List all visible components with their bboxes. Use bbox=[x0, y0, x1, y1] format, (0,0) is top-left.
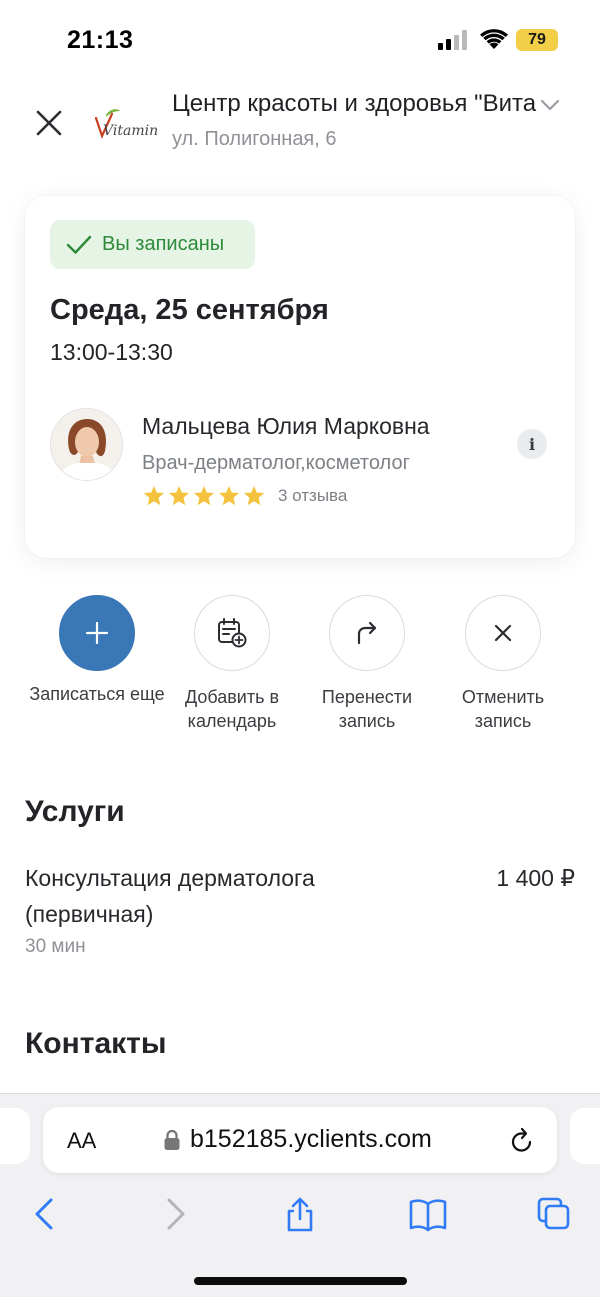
cellular-signal-icon bbox=[438, 30, 467, 50]
star-icon bbox=[193, 485, 215, 506]
plus-icon bbox=[85, 621, 109, 645]
reschedule-button[interactable]: Перенести запись bbox=[297, 595, 437, 733]
add-to-calendar-circle[interactable] bbox=[194, 595, 270, 671]
staff-role: Врач-дерматолог,косметолог bbox=[142, 452, 410, 474]
company-logo: Vitamin bbox=[94, 109, 158, 140]
company-address: ул. Полигонная, 6 bbox=[172, 128, 337, 150]
service-price: 1 400 ₽ bbox=[496, 865, 575, 891]
battery-indicator: 79 bbox=[516, 29, 558, 51]
reschedule-circle[interactable] bbox=[329, 595, 405, 671]
url-text[interactable]: b152185.yclients.com bbox=[190, 1125, 432, 1154]
logo-text: Vitamin bbox=[103, 123, 158, 139]
calendar-add-icon bbox=[218, 618, 247, 648]
service-duration: 30 мин bbox=[25, 936, 86, 957]
rating-stars bbox=[143, 485, 265, 506]
forward-icon[interactable] bbox=[157, 1196, 193, 1232]
appointment-time: 13:00-13:30 bbox=[50, 339, 173, 365]
cancel-appointment-label: Отменить запись bbox=[461, 687, 545, 731]
book-again-circle[interactable] bbox=[59, 595, 135, 671]
status-label: Вы записаны bbox=[102, 233, 225, 255]
share-icon[interactable] bbox=[282, 1196, 318, 1232]
close-icon[interactable] bbox=[36, 110, 62, 136]
appointment-card: Вы записаны Среда, 25 сентября 13:00-13:… bbox=[25, 196, 575, 558]
star-icon bbox=[243, 485, 265, 506]
previous-tab-preview[interactable] bbox=[0, 1108, 30, 1164]
status-time: 21:13 bbox=[67, 26, 134, 54]
star-icon bbox=[218, 485, 240, 506]
check-icon bbox=[66, 235, 92, 254]
reviews-link[interactable]: 3 отзыва bbox=[278, 486, 347, 506]
reload-icon[interactable] bbox=[509, 1127, 535, 1155]
info-icon[interactable]: i bbox=[517, 429, 547, 459]
address-bar[interactable]: AA b152185.yclients.com bbox=[43, 1107, 557, 1173]
tabs-icon[interactable] bbox=[536, 1196, 572, 1232]
services-title: Услуги bbox=[25, 795, 125, 828]
staff-name[interactable]: Мальцева Юлия Марковна bbox=[142, 413, 430, 440]
chevron-down-icon[interactable] bbox=[540, 98, 560, 112]
close-icon bbox=[494, 624, 512, 642]
cancel-appointment-circle[interactable] bbox=[465, 595, 541, 671]
wifi-icon bbox=[480, 29, 508, 49]
star-icon bbox=[143, 485, 165, 506]
contacts-title: Контакты bbox=[25, 1027, 167, 1060]
browser-toolbar: AA b152185.yclients.com bbox=[0, 1093, 600, 1297]
book-again-button[interactable]: Записаться еще bbox=[27, 595, 167, 706]
lock-icon bbox=[164, 1129, 180, 1150]
back-icon[interactable] bbox=[27, 1196, 63, 1232]
next-tab-preview[interactable] bbox=[570, 1108, 600, 1164]
staff-photo bbox=[51, 409, 122, 480]
service-name: Консультация дерматолога (первичная) bbox=[25, 865, 315, 927]
add-to-calendar-button[interactable]: Добавить в календарь bbox=[162, 595, 302, 733]
add-to-calendar-label: Добавить в календарь bbox=[184, 687, 280, 731]
redirect-arrow-icon bbox=[357, 621, 377, 645]
appointment-date: Среда, 25 сентября bbox=[50, 294, 329, 326]
status-bar: 21:13 79 bbox=[0, 0, 600, 80]
reschedule-label: Перенести запись bbox=[321, 687, 413, 731]
company-name[interactable]: Центр красоты и здоровья "Витамин" bbox=[172, 90, 537, 118]
cancel-appointment-button[interactable]: Отменить запись bbox=[433, 595, 573, 733]
book-again-label: Записаться еще bbox=[29, 684, 165, 704]
star-icon bbox=[168, 485, 190, 506]
status-badge: Вы записаны bbox=[50, 220, 255, 269]
page-header: Vitamin Центр красоты и здоровья "Витами… bbox=[0, 80, 600, 170]
bookmarks-icon[interactable] bbox=[408, 1196, 448, 1232]
reader-settings-button[interactable]: AA bbox=[67, 1128, 96, 1154]
avatar[interactable] bbox=[50, 408, 123, 481]
home-indicator[interactable] bbox=[194, 1277, 407, 1285]
